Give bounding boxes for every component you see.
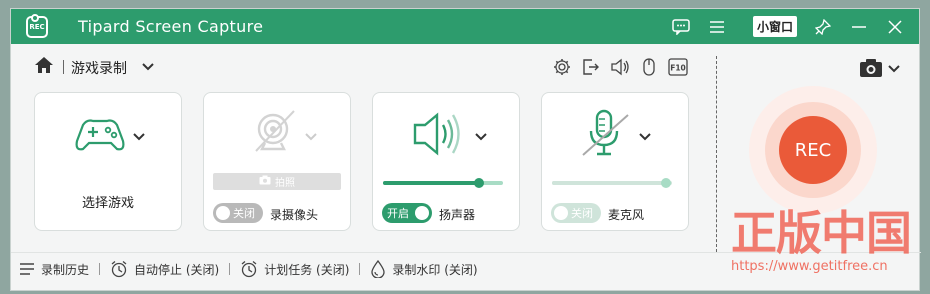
bottom-bar: 录制历史 自动停止 (关闭) 计划任务 (关闭) 录制水印 (关闭) [11,259,478,279]
feedback-icon[interactable] [671,17,691,37]
schedule-clock-icon [241,261,257,278]
hotkey-f10-icon[interactable]: F10 [667,56,689,78]
app-logo: REC [26,13,48,38]
slider-fill [383,181,479,185]
speaker-toggle-text: 开启 [387,207,409,220]
water-drop-icon [371,260,386,278]
webcam-card: 拍照 关闭 录摄像头 [203,92,351,231]
webcam-chevron-down-icon[interactable] [304,129,318,148]
rec-label: REC [794,139,832,161]
record-history-button[interactable]: 录制历史 [19,261,89,278]
record-history-label: 录制历史 [41,262,90,277]
webcam-toggle[interactable]: 关闭 [213,203,263,223]
close-icon[interactable] [885,17,905,37]
panel-divider [716,56,717,252]
minimize-icon[interactable] [849,17,869,37]
bottom-separator-3 [359,263,361,275]
gamepad-icon[interactable] [73,107,127,161]
app-window: REC Tipard Screen Capture 小窗口 游戏录制 F10 选… [10,8,921,291]
speaker-chevron-down-icon[interactable] [474,129,488,148]
toolbar-separator [63,60,64,74]
mic-label: 麦克风 [608,208,645,222]
menu-icon[interactable] [707,17,727,37]
speaker-toggle[interactable]: 开启 [382,203,432,223]
speaker-icon[interactable] [411,107,465,161]
screenshot-control[interactable] [859,58,901,82]
watermark-overlay: 正版中国 [731,206,912,260]
title-bar: REC Tipard Screen Capture 小窗口 [11,9,919,44]
bottom-separator-2 [229,263,231,275]
mic-volume-slider[interactable] [552,178,672,188]
volume-icon[interactable] [609,56,631,78]
mic-chevron-down-icon[interactable] [638,129,652,148]
slider-thumb[interactable] [661,178,671,188]
webcam-icon[interactable] [248,107,302,161]
webcam-label: 录摄像头 [270,208,319,222]
mode-label[interactable]: 游戏录制 [71,58,127,78]
schedule-task-label: 计划任务 (关闭) [264,262,350,277]
camera-icon [259,175,271,188]
auto-stop-button[interactable]: 自动停止 (关闭) [110,260,219,278]
schedule-task-button[interactable]: 计划任务 (关闭) [240,260,349,278]
mouse-icon[interactable] [638,56,660,78]
mic-toggle[interactable]: 关闭 [551,203,601,223]
speaker-volume-slider[interactable] [383,178,503,188]
toggle-knob [554,206,568,220]
game-label: 选择游戏 [82,196,135,211]
watermark-url: https://www.getitfree.cn [731,259,888,274]
home-icon[interactable] [34,56,54,78]
mic-card: 关闭 麦克风 [541,92,689,231]
auto-stop-label: 自动停止 (关闭) [134,262,220,277]
toolbar: 游戏录制 F10 [11,56,716,80]
toggle-knob [216,206,230,220]
game-chevron-down-icon[interactable] [132,129,146,148]
pin-icon[interactable] [813,17,833,37]
screenshot-camera-icon[interactable] [859,58,883,82]
record-watermark-label: 录制水印 (关闭) [392,262,478,277]
microphone-icon[interactable] [578,107,632,161]
list-icon [20,263,34,275]
webcam-toggle-text: 关闭 [233,207,255,220]
slider-fill [552,181,666,185]
slider-thumb[interactable] [474,178,484,188]
chevron-down-icon[interactable] [141,59,155,78]
speaker-card: 开启 扬声器 [372,92,520,231]
bottom-separator-1 [99,263,101,275]
take-photo-button[interactable]: 拍照 [213,173,341,190]
rec-button[interactable]: REC [779,116,847,184]
screenshot-chevron-down-icon[interactable] [887,61,901,80]
game-card[interactable]: 选择游戏 [34,92,182,231]
alarm-clock-icon [111,261,127,278]
record-watermark-button[interactable]: 录制水印 (关闭) [370,260,478,278]
logo-text: REC [29,22,45,31]
mini-window-button[interactable]: 小窗口 [752,16,797,37]
settings-gear-icon[interactable] [551,56,573,78]
take-photo-label: 拍照 [275,178,295,189]
export-icon[interactable] [580,56,602,78]
mic-toggle-text: 关闭 [571,207,593,220]
toggle-knob [415,206,429,220]
svg-text:F10: F10 [670,64,686,73]
app-title: Tipard Screen Capture [78,17,264,36]
speaker-label: 扬声器 [439,208,476,222]
